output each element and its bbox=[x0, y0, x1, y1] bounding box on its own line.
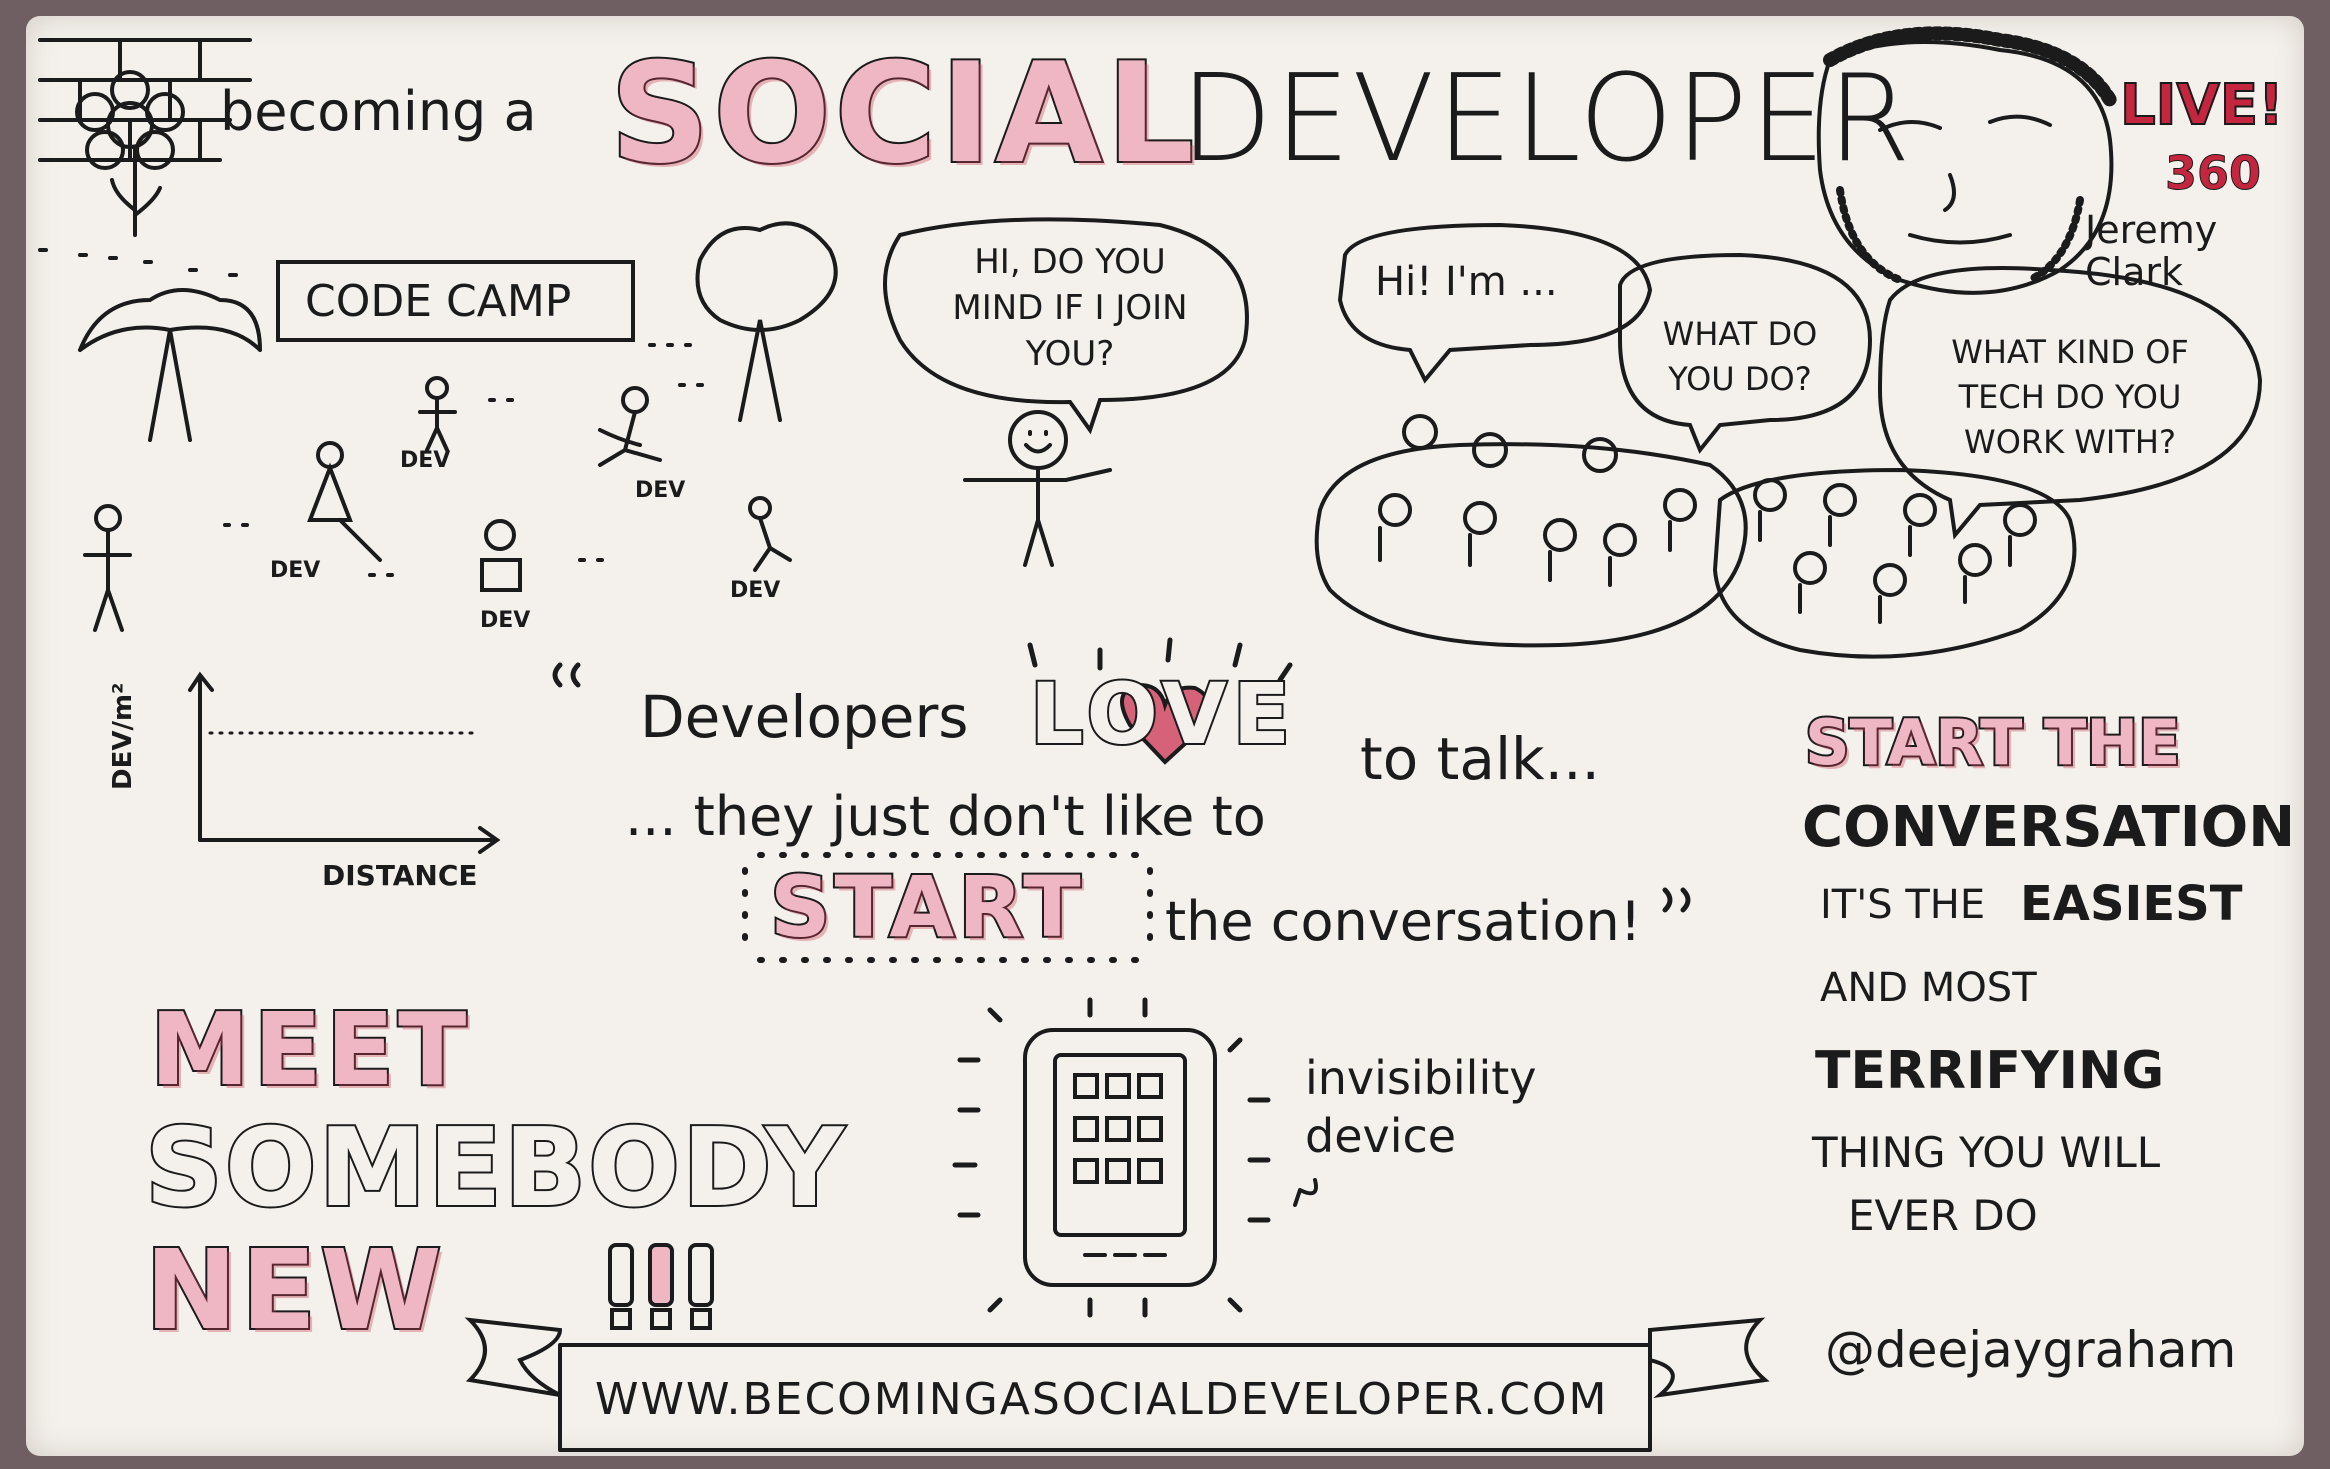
meet-line2: SOMEBODY bbox=[143, 1106, 846, 1231]
panel-start-the: START THE bbox=[1803, 706, 2182, 779]
quote-line2: ... they just don't like to bbox=[625, 785, 1266, 848]
device-caption: invisibility device bbox=[1305, 1051, 1537, 1163]
smiling-person-icon bbox=[963, 410, 1112, 567]
quote-line1-end: to talk... bbox=[1360, 725, 1600, 793]
speech-join-text: HI, DO YOU MIND IF I JOIN YOU? bbox=[952, 242, 1188, 374]
panel-terrifying: TERRIFYING bbox=[1815, 1041, 2165, 1101]
dev-label: DEV bbox=[730, 578, 781, 603]
crowd-group-2 bbox=[1712, 467, 2077, 659]
dev-label: DEV bbox=[480, 608, 531, 633]
live-number: 360 bbox=[2164, 146, 2262, 200]
graph-xlabel: DISTANCE bbox=[322, 859, 478, 892]
density-graph bbox=[188, 671, 501, 854]
code-camp-label: CODE CAMP bbox=[305, 276, 572, 327]
panel-its-the: IT'S THE bbox=[1820, 882, 1986, 928]
quote-line3-end: the conversation! bbox=[1165, 890, 1642, 953]
phone-icon bbox=[952, 997, 1318, 1318]
tree-icon bbox=[78, 288, 262, 442]
meet-line3: NEW bbox=[143, 1226, 446, 1354]
dev-label: DEV bbox=[400, 448, 451, 473]
panel-and-most: AND MOST bbox=[1820, 965, 2037, 1011]
dev-label: DEV bbox=[270, 558, 321, 583]
meet-line1: MEET bbox=[148, 991, 471, 1108]
panel-ever-do: EVER DO bbox=[1848, 1191, 2038, 1240]
exclamation-marks bbox=[608, 1243, 714, 1330]
panel-thing-you-will: THING YOU WILL bbox=[1812, 1128, 2161, 1177]
live-badge: LIVE! bbox=[2119, 73, 2285, 138]
quote-start: START bbox=[768, 858, 1085, 956]
header-prefix: becoming a bbox=[220, 80, 537, 143]
author-name: Jeremy Clark bbox=[2085, 208, 2218, 294]
developer-figures bbox=[83, 376, 792, 632]
speech-hi-text: Hi! I'm ... bbox=[1375, 259, 1558, 305]
speech-what-text: WHAT DO YOU DO? bbox=[1662, 315, 1818, 398]
header-social: SOCIAL bbox=[608, 33, 1199, 194]
dev-label: DEV bbox=[635, 478, 686, 503]
quote-line1-start: Developers bbox=[640, 683, 969, 751]
website-url: WWW.BECOMINGASOCIALDEVELOPER.COM bbox=[595, 1374, 1609, 1425]
speech-tech-text: WHAT KIND OF TECH DO YOU WORK WITH? bbox=[1951, 333, 2189, 461]
header-developer: DEVELOPER bbox=[1180, 50, 1913, 189]
tree-icon-2 bbox=[695, 221, 838, 422]
panel-conversation: CONVERSATION bbox=[1802, 795, 2296, 860]
quote-love: LOVE bbox=[1028, 665, 1297, 763]
panel-easiest: EASIEST bbox=[2020, 876, 2243, 932]
graph-ylabel: DEV/m² bbox=[108, 682, 138, 790]
twitter-handle: @deejaygraham bbox=[1825, 1321, 2237, 1379]
